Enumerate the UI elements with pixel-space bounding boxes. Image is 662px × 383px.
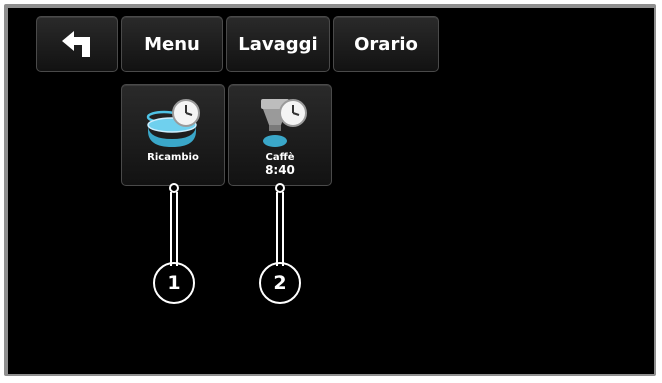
back-arrow-icon [62,31,90,57]
lavaggi-button[interactable]: Lavaggi [226,16,330,72]
lavaggi-label: Lavaggi [238,33,318,55]
caffe-tile[interactable]: Caffè 8:40 [228,84,332,186]
callout-1-number: 1 [167,272,181,294]
caffe-time: 8:40 [265,163,295,177]
orario-button[interactable]: Orario [333,16,439,72]
callout-2-leader [275,183,285,266]
callout-1-leader [169,183,179,266]
callout-2-number: 2 [273,272,287,294]
callout-1: 1 [153,262,195,304]
menu-button[interactable]: Menu [121,16,223,72]
ricambio-tile[interactable]: Ricambio [121,84,225,186]
menu-label: Menu [144,33,200,55]
coffee-machine-clock-icon [261,99,307,147]
callout-2: 2 [259,262,301,304]
water-tank-clock-icon [146,99,200,147]
ricambio-label: Ricambio [147,152,199,163]
orario-label: Orario [354,33,418,55]
back-button[interactable] [36,16,118,72]
